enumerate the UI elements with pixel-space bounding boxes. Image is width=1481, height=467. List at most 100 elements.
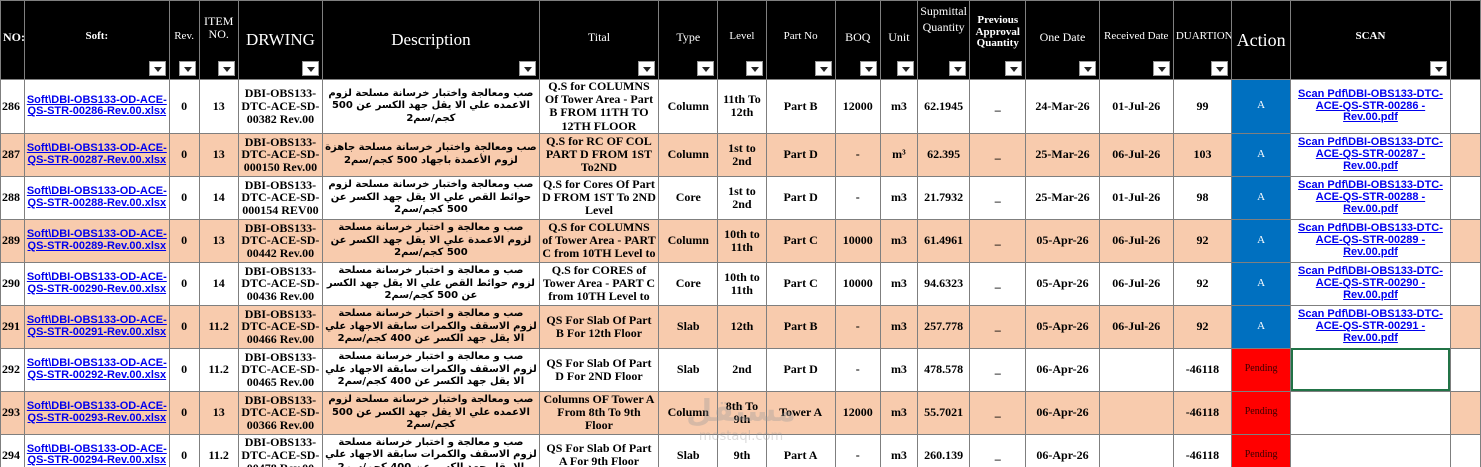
cell-action[interactable]: A <box>1231 304 1292 349</box>
cell-soft-link[interactable]: Soft\DBI-OBS133-OD-ACE-QS-STR-00288-Rev.… <box>24 175 170 220</box>
cell-boq[interactable]: 12000 <box>834 390 881 435</box>
soft-file-link[interactable]: Soft\DBI-OBS133-OD-ACE-QS-STR-00291-Rev.… <box>26 314 167 338</box>
cell-action[interactable]: A <box>1231 79 1292 134</box>
filter-dropdown-icon[interactable] <box>1152 61 1170 76</box>
cell-item-no[interactable]: 13 <box>198 218 239 263</box>
cell-no[interactable]: 286 <box>0 79 26 134</box>
cell-soft-link[interactable]: Soft\DBI-OBS133-OD-ACE-QS-STR-00293-Rev.… <box>24 390 170 435</box>
cell-soft-link[interactable]: Soft\DBI-OBS133-OD-ACE-QS-STR-00294-Rev.… <box>24 433 170 467</box>
cell-boq[interactable]: - <box>834 175 881 220</box>
cell-one-date[interactable]: 25-Mar-26 <box>1025 132 1100 177</box>
cell-level[interactable]: 9th <box>717 433 767 467</box>
cell-level[interactable]: 11th To 12th <box>717 79 767 134</box>
cell-submitted-quantity[interactable]: 260.139 <box>916 433 971 467</box>
cell-empty[interactable] <box>1449 79 1481 134</box>
cell-one-date[interactable]: 05-Apr-26 <box>1025 218 1100 263</box>
cell-empty[interactable] <box>1449 218 1481 263</box>
cell-tital[interactable]: Q.S for RC OF COL PART D FROM 1ST To2ND <box>538 132 660 177</box>
filter-dropdown-icon[interactable] <box>302 61 320 76</box>
soft-file-link[interactable]: Soft\DBI-OBS133-OD-ACE-QS-STR-00294-Rev.… <box>26 443 167 467</box>
cell-no[interactable]: 291 <box>0 304 26 349</box>
cell-tital[interactable]: QS For Slab Of Part B For 12th Floor <box>538 304 660 349</box>
cell-soft-link[interactable]: Soft\DBI-OBS133-OD-ACE-QS-STR-00289-Rev.… <box>24 218 170 263</box>
cell-duration[interactable]: -46118 <box>1172 347 1233 392</box>
cell-unit[interactable]: m³ <box>879 132 919 177</box>
soft-file-link[interactable]: Soft\DBI-OBS133-OD-ACE-QS-STR-00292-Rev.… <box>26 357 167 381</box>
cell-no[interactable]: 290 <box>0 261 26 306</box>
col-header-duration[interactable]: DUARTION <box>1172 0 1233 80</box>
cell-submitted-quantity[interactable]: 62.1945 <box>916 79 971 134</box>
cell-level[interactable]: 10th to 11th <box>717 261 767 306</box>
cell-action[interactable]: A <box>1231 261 1292 306</box>
cell-description[interactable]: صب و معالجة و اختبار خرسانة مسلحة لزوم ا… <box>322 347 540 392</box>
cell-level[interactable]: 1st to 2nd <box>717 132 767 177</box>
filter-dropdown-icon[interactable] <box>1078 61 1096 76</box>
cell-submitted-quantity[interactable]: 55.7021 <box>916 390 971 435</box>
cell-empty[interactable] <box>1449 261 1481 306</box>
cell-rev[interactable]: 0 <box>168 390 200 435</box>
cell-unit[interactable]: m3 <box>879 79 919 134</box>
cell-part-no[interactable]: Part D <box>765 347 836 392</box>
col-header-one-date[interactable]: One Date <box>1025 0 1100 80</box>
filter-dropdown-icon[interactable] <box>859 61 877 76</box>
cell-type[interactable]: Column <box>658 79 719 134</box>
filter-dropdown-icon[interactable] <box>697 61 715 76</box>
cell-action[interactable]: A <box>1231 132 1292 177</box>
cell-empty[interactable] <box>1449 390 1481 435</box>
cell-rev[interactable]: 0 <box>168 132 200 177</box>
soft-file-link[interactable]: Soft\DBI-OBS133-OD-ACE-QS-STR-00287-Rev.… <box>26 142 167 166</box>
filter-dropdown-icon[interactable] <box>897 61 914 76</box>
cell-rev[interactable]: 0 <box>168 79 200 134</box>
cell-boq[interactable]: 10000 <box>834 218 881 263</box>
cell-part-no[interactable]: Tower A <box>765 390 836 435</box>
cell-drawing[interactable]: DBI-OBS133-DTC-ACE-SD-00465 Rev.00 <box>237 347 324 392</box>
cell-previous-quantity[interactable]: _ <box>969 304 1027 349</box>
cell-previous-quantity[interactable]: _ <box>969 261 1027 306</box>
cell-duration[interactable]: 103 <box>1172 132 1233 177</box>
cell-scan-link[interactable]: Scan Pdf\DBI-OBS133-DTC-ACE-QS-STR-00288… <box>1290 175 1451 220</box>
cell-received-date[interactable]: 06-Jul-26 <box>1098 132 1174 177</box>
cell-no[interactable]: 288 <box>0 175 26 220</box>
cell-one-date[interactable]: 06-Apr-26 <box>1025 390 1100 435</box>
filter-dropdown-icon[interactable] <box>148 61 166 76</box>
cell-rev[interactable]: 0 <box>168 261 200 306</box>
filter-dropdown-icon[interactable] <box>178 61 196 76</box>
cell-scan-link[interactable] <box>1290 433 1451 467</box>
cell-type[interactable]: Slab <box>658 347 719 392</box>
cell-submitted-quantity[interactable]: 62.395 <box>916 132 971 177</box>
col-header-tital[interactable]: Tital <box>538 0 660 80</box>
cell-one-date[interactable]: 05-Apr-26 <box>1025 261 1100 306</box>
col-header-part-no[interactable]: Part No <box>765 0 836 80</box>
cell-boq[interactable]: 12000 <box>834 79 881 134</box>
cell-item-no[interactable]: 14 <box>198 175 239 220</box>
cell-scan-link[interactable] <box>1290 347 1451 392</box>
cell-description[interactable]: صب ومعالجة واختبار خرسانة مسلحة جاهزة لز… <box>322 132 540 177</box>
cell-scan-link[interactable]: Scan Pdf\DBI-OBS133-DTC-ACE-QS-STR-00287… <box>1290 132 1451 177</box>
col-header-item-no[interactable]: ITEM NO. <box>198 0 239 80</box>
cell-level[interactable]: 2nd <box>717 347 767 392</box>
cell-submitted-quantity[interactable]: 257.778 <box>916 304 971 349</box>
cell-action[interactable]: Pending <box>1231 433 1292 467</box>
cell-part-no[interactable]: Part D <box>765 175 836 220</box>
cell-duration[interactable]: -46118 <box>1172 433 1233 467</box>
cell-one-date[interactable]: 24-Mar-26 <box>1025 79 1100 134</box>
cell-action[interactable]: Pending <box>1231 347 1292 392</box>
soft-file-link[interactable]: Soft\DBI-OBS133-OD-ACE-QS-STR-00290-Rev.… <box>26 271 167 295</box>
cell-duration[interactable]: -46118 <box>1172 390 1233 435</box>
cell-part-no[interactable]: Part D <box>765 132 836 177</box>
cell-boq[interactable]: - <box>834 304 881 349</box>
filter-dropdown-icon[interactable] <box>814 61 832 76</box>
cell-drawing[interactable]: DBI-OBS133-DTC-ACE-SD-00478 Rev.00 <box>237 433 324 467</box>
cell-boq[interactable]: - <box>834 347 881 392</box>
cell-tital[interactable]: QS For Slab Of Part D For 2ND Floor <box>538 347 660 392</box>
cell-rev[interactable]: 0 <box>168 175 200 220</box>
filter-dropdown-icon[interactable] <box>518 61 536 76</box>
cell-unit[interactable]: m3 <box>879 347 919 392</box>
cell-received-date[interactable]: 06-Jul-26 <box>1098 304 1174 349</box>
cell-duration[interactable]: 92 <box>1172 304 1233 349</box>
cell-type[interactable]: Column <box>658 132 719 177</box>
cell-type[interactable]: Slab <box>658 433 719 467</box>
cell-tital[interactable]: Columns OF Tower A From 8th To 9th Floor <box>538 390 660 435</box>
cell-soft-link[interactable]: Soft\DBI-OBS133-OD-ACE-QS-STR-00290-Rev.… <box>24 261 170 306</box>
cell-one-date[interactable]: 25-Mar-26 <box>1025 175 1100 220</box>
